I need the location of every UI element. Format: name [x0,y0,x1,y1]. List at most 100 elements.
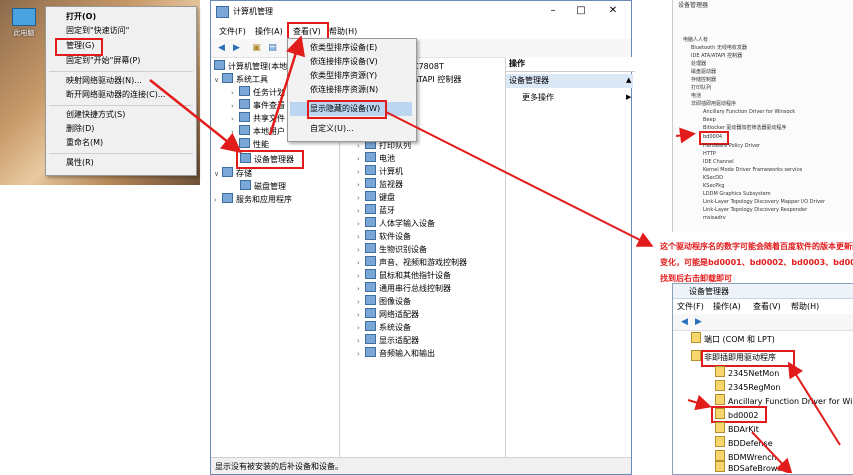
actions-device-manager[interactable]: 设备管理器 [506,74,633,88]
tree-item-shared-folders[interactable]: › 共享文件 [231,112,285,125]
menu-delete[interactable]: 删除(D) [66,123,94,135]
device-computer[interactable]: › 计算机 [357,165,403,178]
device-ide-ata[interactable]: ATAPI 控制器 [413,73,461,86]
menu-pin-quick-access[interactable]: 固定到"快速访问" [66,25,129,37]
inset-row[interactable]: Kernel Mode Driver Frameworks service [703,166,802,174]
inset-row-bddefense[interactable]: BDDefense [715,436,773,449]
inset-row[interactable]: Beep [703,116,716,124]
inset-row-bdsafebrowser[interactable]: BDSafeBrowser [715,461,790,474]
device-bluetooth[interactable]: › 蓝牙 [357,204,395,217]
computer-icon [12,8,36,26]
inset-row[interactable]: 电池 [691,92,701,100]
inset-row-com-lpt[interactable]: 端口 (COM 和 LPT) [691,332,775,345]
inset-row[interactable]: Hardware Policy Driver [703,142,760,150]
back-icon[interactable]: ◀ [679,317,690,327]
inset-menubar: 文件(F) 操作(A) 查看(V) 帮助(H) [673,300,853,312]
inset-row[interactable]: Link-Layer Topology Discovery Mapper I/O… [703,198,825,206]
forward-icon[interactable]: ▶ [231,43,242,53]
view-customize[interactable]: 自定义(U)... [310,122,354,136]
window-title: 计算机管理 [233,7,273,16]
device-imaging[interactable]: › 图像设备 [357,295,411,308]
inset-row[interactable]: HTTP [703,150,716,158]
menu-help[interactable]: 帮助(H) [329,26,357,37]
device-usb[interactable]: › 通用串行总线控制器 [357,282,451,295]
view-resources-by-type[interactable]: 依类型排序资源(Y) [310,69,377,83]
close-icon[interactable]: ✕ [605,4,621,18]
inset-row[interactable]: Bluetooth 无线电收发器 [691,44,747,52]
inset-row[interactable]: IDE ATA/ATAPI 控制器 [691,52,742,60]
menu-map-network-drive[interactable]: 映射网络驱动器(N)... [66,75,142,87]
inset-row[interactable]: LDDM Graphics Subsystem [703,190,771,198]
view-resources-by-connection[interactable]: 依连接排序资源(N) [310,83,378,97]
inset-row-2345netmon[interactable]: 2345NetMon [715,366,779,379]
tree-item-disk-management[interactable]: 磁盘管理 [240,180,286,193]
inset-row[interactable]: 磁盘驱动器 [691,68,716,76]
device-mouse[interactable]: › 鼠标和其他指针设备 [357,269,451,282]
view-devices-by-type[interactable]: 依类型排序设备(E) [310,41,377,55]
this-pc-desktop-icon[interactable]: 此电脑 [6,8,42,50]
expand-arrow-icon: › [214,196,217,204]
console-icon[interactable]: ▤ [267,43,278,53]
services-icon [222,193,233,203]
inset-row[interactable]: 非即插即用驱动程序 [691,100,736,108]
computer-icon [365,165,376,175]
menu-action[interactable]: 操作(A) [255,26,283,37]
inset-row[interactable]: msisadrv [703,214,726,222]
device-biometric[interactable]: › 生物识别设备 [357,243,427,256]
device-monitor[interactable]: › 监视器 [357,178,403,191]
inset-row[interactable]: Link-Layer Topology Discovery Responder [703,206,807,214]
inset-menu-view[interactable]: 查看(V) [753,301,781,312]
title-bar: 计算机管理 – □ ✕ [211,1,631,23]
menu-open[interactable]: 打开(O) [66,11,96,23]
inset-row-2345regmon[interactable]: 2345RegMon [715,380,780,393]
tools-icon [222,73,233,83]
menu-file[interactable]: 文件(F) [219,26,246,37]
device-software[interactable]: › 软件设备 [357,230,411,243]
device-display-adapter[interactable]: › 显示适配器 [357,334,419,347]
device-audio-io[interactable]: › 音频输入和输出 [357,347,435,360]
tree-item-computer-management[interactable]: 计算机管理(本地) [214,60,290,73]
driver-icon [715,422,725,433]
device-keyboard[interactable]: › 键盘 [357,191,395,204]
device-manager-inset-window: 设备管理器 文件(F) 操作(A) 查看(V) 帮助(H) ◀ ▶ 端口 (CO… [672,283,853,475]
inset-row[interactable]: 电脑人人有 [683,36,708,44]
collapse-arrow-icon[interactable]: ▲ [626,76,631,84]
inset-row[interactable]: 打印队列 [691,84,711,92]
tree-item-storage[interactable]: ∨ 存储 [214,167,252,180]
device-battery[interactable]: › 电池 [357,152,395,165]
folder-icon[interactable]: ▣ [251,43,262,53]
device-hid[interactable]: › 人体学输入设备 [357,217,435,230]
inset-row[interactable]: Ancillary Function Driver for Winsock [703,108,795,116]
minimize-icon[interactable]: – [545,4,561,18]
inset-row[interactable]: 处理器 [691,60,706,68]
tree-item-local-users[interactable]: › 本地用户 [231,125,285,138]
forward-icon[interactable]: ▶ [693,317,704,327]
users-icon [239,125,250,135]
inset-menu-file[interactable]: 文件(F) [677,301,704,312]
menu-properties[interactable]: 属性(R) [66,157,94,169]
tree-item-system-tools[interactable]: ∨ 系统工具 [214,73,268,86]
inset-row[interactable]: 存储控制器 [691,76,716,84]
tree-item-task-scheduler[interactable]: › 任务计划 [231,86,285,99]
tree-item-event-viewer[interactable]: › 事件查看 [231,99,285,112]
device-sound[interactable]: › 声音、视频和游戏控制器 [357,256,467,269]
menu-rename[interactable]: 重命名(M) [66,137,103,149]
device-system[interactable]: › 系统设备 [357,321,411,334]
view-devices-by-connection[interactable]: 依连接排序设备(V) [310,55,378,69]
back-icon[interactable]: ◀ [216,43,227,53]
maximize-icon[interactable]: □ [573,4,589,18]
inset-row-bdarkit[interactable]: BDArKit [715,422,759,435]
device-computer-name[interactable]: C7808T [413,60,444,73]
actions-more[interactable]: 更多操作 [522,91,554,104]
inset-menu-help[interactable]: 帮助(H) [791,301,819,312]
tree-item-services-apps[interactable]: › 服务和应用程序 [214,193,292,206]
inset-menu-action[interactable]: 操作(A) [713,301,741,312]
menu-create-shortcut[interactable]: 创建快捷方式(S) [66,109,125,121]
inset-row[interactable]: KSecPkg [703,182,724,190]
inset-row[interactable]: KSecDD [703,174,723,182]
menu-disconnect-network-drive[interactable]: 断开网络驱动器的连接(C)... [66,89,165,101]
menu-bar: 文件(F) 操作(A) 查看(V) 帮助(H) [211,23,631,39]
device-network[interactable]: › 网络适配器 [357,308,419,321]
inset-row[interactable]: IDE Channel [703,158,734,166]
menu-pin-start[interactable]: 固定到"开始"屏幕(P) [66,55,140,67]
